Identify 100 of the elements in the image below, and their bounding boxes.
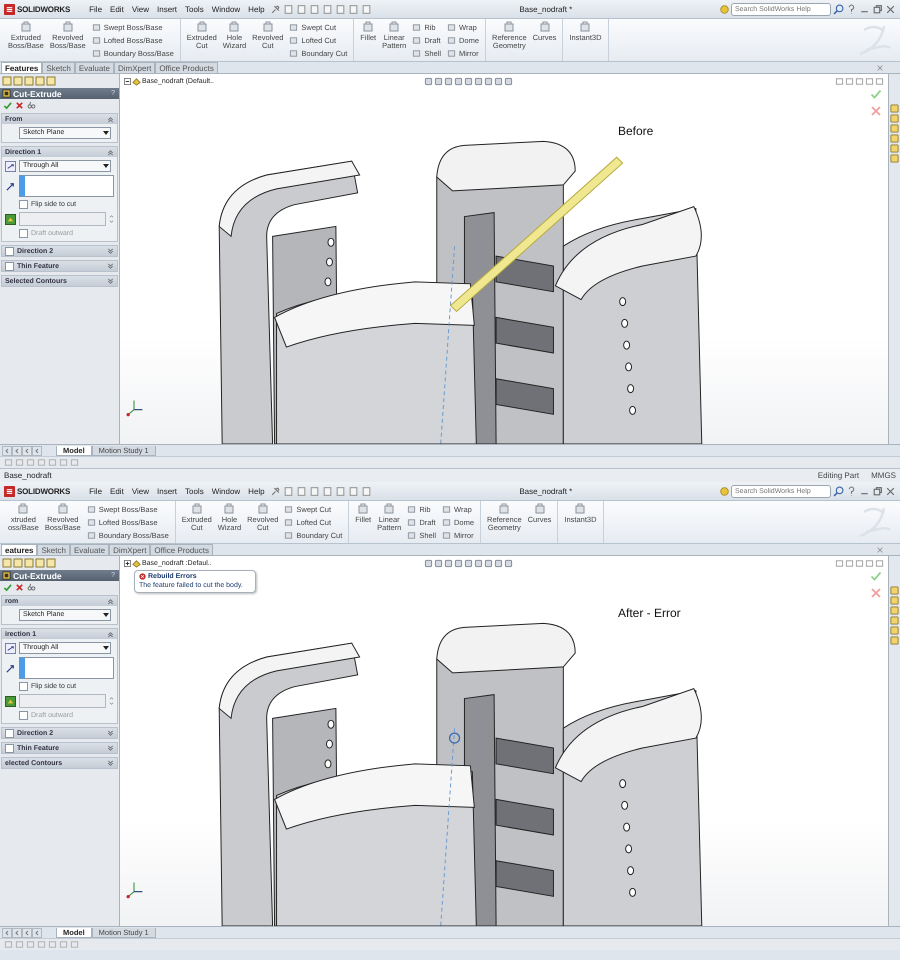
help-icon[interactable] xyxy=(846,486,857,496)
axis-triad-icon xyxy=(124,880,144,900)
search-icon[interactable] xyxy=(833,486,844,496)
toolbar-icon[interactable] xyxy=(334,486,346,496)
ok-check-icon[interactable] xyxy=(870,88,882,100)
feature-icon xyxy=(196,21,208,33)
menu-item[interactable]: Help xyxy=(245,4,268,14)
section-checkbox[interactable] xyxy=(5,744,14,752)
manager-tab[interactable]: DimXpert xyxy=(114,62,156,73)
reverse-direction-icon[interactable] xyxy=(5,642,16,654)
feature-icon xyxy=(17,503,30,515)
menu-item[interactable]: View xyxy=(128,486,152,496)
pin-icon[interactable] xyxy=(270,4,281,14)
section-checkbox[interactable] xyxy=(5,728,14,738)
close-icon[interactable] xyxy=(876,64,884,72)
close-icon[interactable] xyxy=(876,546,884,554)
toolbar-icon[interactable] xyxy=(348,486,359,496)
panel-title: Cut-Extrude xyxy=(13,570,63,580)
menu-item[interactable]: Help xyxy=(245,486,268,496)
menu-item[interactable]: View xyxy=(128,4,152,14)
menu-item[interactable]: Insert xyxy=(154,486,180,496)
toolbar-icon[interactable] xyxy=(296,486,307,496)
search-icon[interactable] xyxy=(833,4,844,14)
logo-icon xyxy=(4,486,15,496)
manager-tab[interactable]: Sketch xyxy=(42,62,75,73)
menu-item[interactable]: Insert xyxy=(154,4,180,14)
logo-icon xyxy=(4,4,15,14)
ok-check-icon[interactable] xyxy=(3,101,12,110)
restore-icon[interactable] xyxy=(872,486,883,496)
toolbar-icon[interactable] xyxy=(334,4,346,14)
menu-item[interactable]: Window xyxy=(208,4,244,14)
pin-icon[interactable] xyxy=(270,486,281,496)
caret-icon[interactable] xyxy=(102,129,110,137)
feature-icon xyxy=(538,21,551,33)
manager-tab[interactable]: Evaluate xyxy=(74,62,114,73)
toolbar-icon[interactable] xyxy=(348,4,359,14)
cancel-icon[interactable] xyxy=(870,587,882,599)
tree-toggle-icon[interactable] xyxy=(124,78,131,84)
feature-icon xyxy=(228,21,240,33)
cancel-icon[interactable] xyxy=(15,583,24,592)
cancel-icon[interactable] xyxy=(870,105,882,117)
menu-item[interactable]: Tools xyxy=(182,486,207,496)
manager-tab[interactable]: Features xyxy=(1,62,42,73)
chevron-icon xyxy=(107,116,114,122)
manager-tab[interactable]: Sketch xyxy=(37,544,70,555)
toolbar-icon[interactable] xyxy=(360,486,372,496)
checkbox[interactable] xyxy=(19,200,28,209)
section-checkbox[interactable] xyxy=(5,246,14,256)
menu-item[interactable]: File xyxy=(86,4,106,14)
manager-tab[interactable]: DimXpert xyxy=(109,544,150,555)
manager-tab[interactable]: Office Products xyxy=(150,544,213,555)
restore-icon[interactable] xyxy=(872,4,883,14)
part-icon xyxy=(132,558,141,568)
toolbar-icon[interactable] xyxy=(282,4,294,14)
status-text: MMGS xyxy=(871,471,896,480)
help-icon[interactable] xyxy=(846,4,857,14)
reverse-direction-icon[interactable] xyxy=(5,160,16,172)
toolbar-icon[interactable] xyxy=(322,486,333,496)
caret-icon[interactable] xyxy=(102,644,110,652)
glasses-icon[interactable] xyxy=(27,101,36,110)
feature-icon xyxy=(262,21,274,33)
section-checkbox[interactable] xyxy=(5,262,14,270)
menu-item[interactable]: File xyxy=(86,486,106,496)
feature-icon xyxy=(56,503,69,515)
manager-tab[interactable]: Office Products xyxy=(155,62,218,73)
feature-icon xyxy=(498,503,510,515)
part-icon xyxy=(132,76,141,86)
checkbox[interactable] xyxy=(19,682,28,691)
arrow-icon xyxy=(5,180,16,192)
toolbar-icon[interactable] xyxy=(308,486,320,496)
ok-check-icon[interactable] xyxy=(3,583,12,592)
toolbar-icon[interactable] xyxy=(322,4,333,14)
feature-icon xyxy=(256,503,269,515)
caret-icon[interactable] xyxy=(102,162,110,170)
menu-item[interactable]: Edit xyxy=(107,4,127,14)
close-icon[interactable] xyxy=(885,486,896,496)
manager-tab[interactable]: eatures xyxy=(1,544,38,555)
logo-text: SOLIDWORKS xyxy=(17,486,70,496)
cut-extrude-icon xyxy=(2,571,11,580)
toolbar-icon[interactable] xyxy=(296,4,307,14)
panel-title: Cut-Extrude xyxy=(13,88,63,98)
tree-toggle-icon[interactable] xyxy=(124,560,131,566)
menu-item[interactable]: Window xyxy=(208,486,244,496)
menu-item[interactable]: Edit xyxy=(107,486,127,496)
document-title: Base_nodraft * xyxy=(518,486,574,496)
draft-icon[interactable] xyxy=(5,696,16,706)
glasses-icon[interactable] xyxy=(27,583,36,592)
chevron-icon xyxy=(107,278,114,284)
toolbar-icon[interactable] xyxy=(308,4,320,14)
caret-icon[interactable] xyxy=(102,611,110,619)
cut-extrude-icon xyxy=(2,89,11,98)
manager-tab[interactable]: Evaluate xyxy=(70,544,110,555)
toolbar-icon[interactable] xyxy=(282,486,294,496)
menu-item[interactable]: Tools xyxy=(182,4,207,14)
help-icon xyxy=(720,4,729,14)
draft-icon[interactable] xyxy=(5,214,16,224)
ok-check-icon[interactable] xyxy=(870,570,882,582)
close-icon[interactable] xyxy=(885,4,896,14)
cancel-icon[interactable] xyxy=(15,101,24,110)
toolbar-icon[interactable] xyxy=(360,4,372,14)
